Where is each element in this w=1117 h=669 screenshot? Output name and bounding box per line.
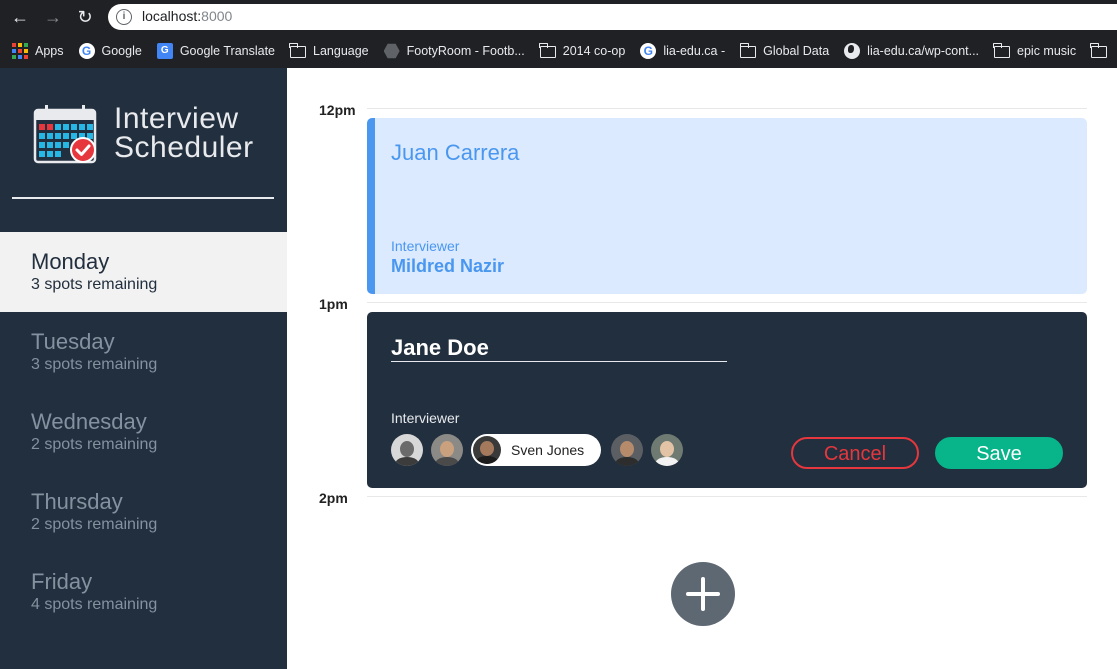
appointment-student: Juan Carrera — [391, 140, 520, 165]
avatar-body — [615, 457, 639, 466]
address-bar[interactable]: i localhost:8000 — [108, 4, 1117, 30]
time-divider — [367, 108, 1087, 109]
appointment-card[interactable]: Juan Carrera Interviewer Mildred Nazir — [367, 118, 1087, 294]
sidebar: Interview Scheduler Monday 3 spots remai… — [0, 68, 287, 669]
globe-icon — [844, 43, 861, 59]
bookmark-overflow[interactable] — [1090, 43, 1114, 58]
time-label-12pm: 12pm — [319, 102, 356, 118]
info-icon[interactable]: i — [116, 9, 132, 25]
avatar-body — [435, 457, 459, 466]
folder-icon — [1090, 43, 1108, 58]
folder-icon — [539, 43, 556, 58]
student-name-input[interactable] — [391, 334, 727, 362]
browser-toolbar: ← → ↻ i localhost:8000 — [0, 0, 1117, 34]
interviewer-avatar[interactable] — [611, 434, 643, 466]
reload-icon[interactable]: ↻ — [74, 6, 96, 28]
interviewer-label: Interviewer — [391, 410, 460, 426]
avatar — [473, 436, 501, 464]
avatar-face — [400, 441, 414, 457]
bookmark-footyroom[interactable]: FootyRoom - Footb... — [383, 43, 525, 59]
avatar-body — [475, 456, 499, 464]
day-spots: 4 spots remaining — [31, 596, 158, 613]
avatar-face — [480, 441, 494, 456]
apps-grid-icon — [12, 43, 28, 59]
selected-interviewer-name: Sven Jones — [511, 442, 585, 458]
appointment-interviewer: Mildred Nazir — [391, 256, 505, 276]
day-item-wednesday[interactable]: Wednesday 2 spots remaining — [0, 392, 287, 472]
interviewer-list: Sven Jones — [391, 434, 691, 466]
app-title: Interview Scheduler — [114, 102, 254, 164]
save-button[interactable]: Save — [935, 437, 1063, 469]
day-name: Thursday — [31, 489, 123, 514]
bookmark-lia-edu[interactable]: Glia-edu.ca - — [640, 43, 725, 59]
time-divider — [367, 496, 1087, 497]
avatar-face — [440, 441, 454, 457]
bookmark-google-translate[interactable]: G Google Translate — [156, 43, 275, 59]
day-spots: 3 spots remaining — [31, 276, 158, 293]
time-label-1pm: 1pm — [319, 296, 348, 312]
footyroom-icon — [383, 43, 400, 59]
folder-icon — [289, 43, 307, 58]
interviewer-label: Interviewer — [391, 238, 460, 254]
avatar-body — [395, 457, 419, 466]
interviewer-selected[interactable]: Sven Jones — [471, 434, 601, 466]
time-label-2pm: 2pm — [319, 490, 348, 506]
avatar-body — [655, 457, 679, 466]
google-translate-icon: G — [156, 43, 173, 59]
bookmark-lia-edu-wp[interactable]: lia-edu.ca/wp-cont... — [844, 43, 979, 59]
day-item-thursday[interactable]: Thursday 2 spots remaining — [0, 472, 287, 552]
day-name: Friday — [31, 569, 93, 594]
google-icon: G — [78, 43, 95, 59]
calendar-logo-icon — [33, 105, 97, 164]
schedule-panel: 12pm Juan Carrera Interviewer Mildred Na… — [287, 68, 1117, 669]
folder-icon — [993, 43, 1011, 58]
day-spots: 3 spots remaining — [31, 356, 158, 373]
day-item-tuesday[interactable]: Tuesday 3 spots remaining — [0, 312, 287, 392]
interviewer-avatar[interactable] — [431, 434, 463, 466]
bookmarks-bar: Apps G Google G Google Translate Language … — [0, 34, 1117, 68]
day-item-friday[interactable]: Friday 4 spots remaining — [0, 552, 287, 632]
day-name: Tuesday — [31, 329, 115, 354]
interviewer-avatar[interactable] — [651, 434, 683, 466]
bookmark-language[interactable]: Language — [289, 43, 369, 58]
bookmark-global-data[interactable]: Global Data — [739, 43, 829, 58]
bookmark-epic-music[interactable]: epic music — [993, 43, 1076, 58]
day-spots: 2 spots remaining — [31, 516, 158, 533]
bookmark-2014-coop[interactable]: 2014 co-op — [539, 43, 625, 58]
url-text: localhost:8000 — [142, 8, 233, 24]
forward-arrow-icon[interactable]: → — [42, 6, 64, 28]
avatar-face — [620, 441, 634, 457]
sidebar-divider — [12, 197, 274, 199]
time-divider — [367, 302, 1087, 303]
day-name: Monday — [31, 249, 110, 274]
day-list: Monday 3 spots remaining Tuesday 3 spots… — [0, 232, 287, 632]
bookmark-google[interactable]: G Google — [78, 43, 142, 59]
day-item-monday[interactable]: Monday 3 spots remaining — [0, 232, 287, 312]
bookmark-apps[interactable]: Apps — [12, 43, 64, 59]
appointment-form: Interviewer Sven Jones — [367, 312, 1087, 488]
cancel-button[interactable]: Cancel — [791, 437, 919, 469]
add-appointment-button[interactable] — [671, 562, 735, 626]
google-icon: G — [640, 43, 657, 59]
day-name: Wednesday — [31, 409, 147, 434]
folder-icon — [739, 43, 757, 58]
avatar-face — [660, 441, 674, 457]
interviewer-avatar[interactable] — [391, 434, 423, 466]
back-arrow-icon[interactable]: ← — [9, 6, 31, 28]
day-spots: 2 spots remaining — [31, 436, 158, 453]
